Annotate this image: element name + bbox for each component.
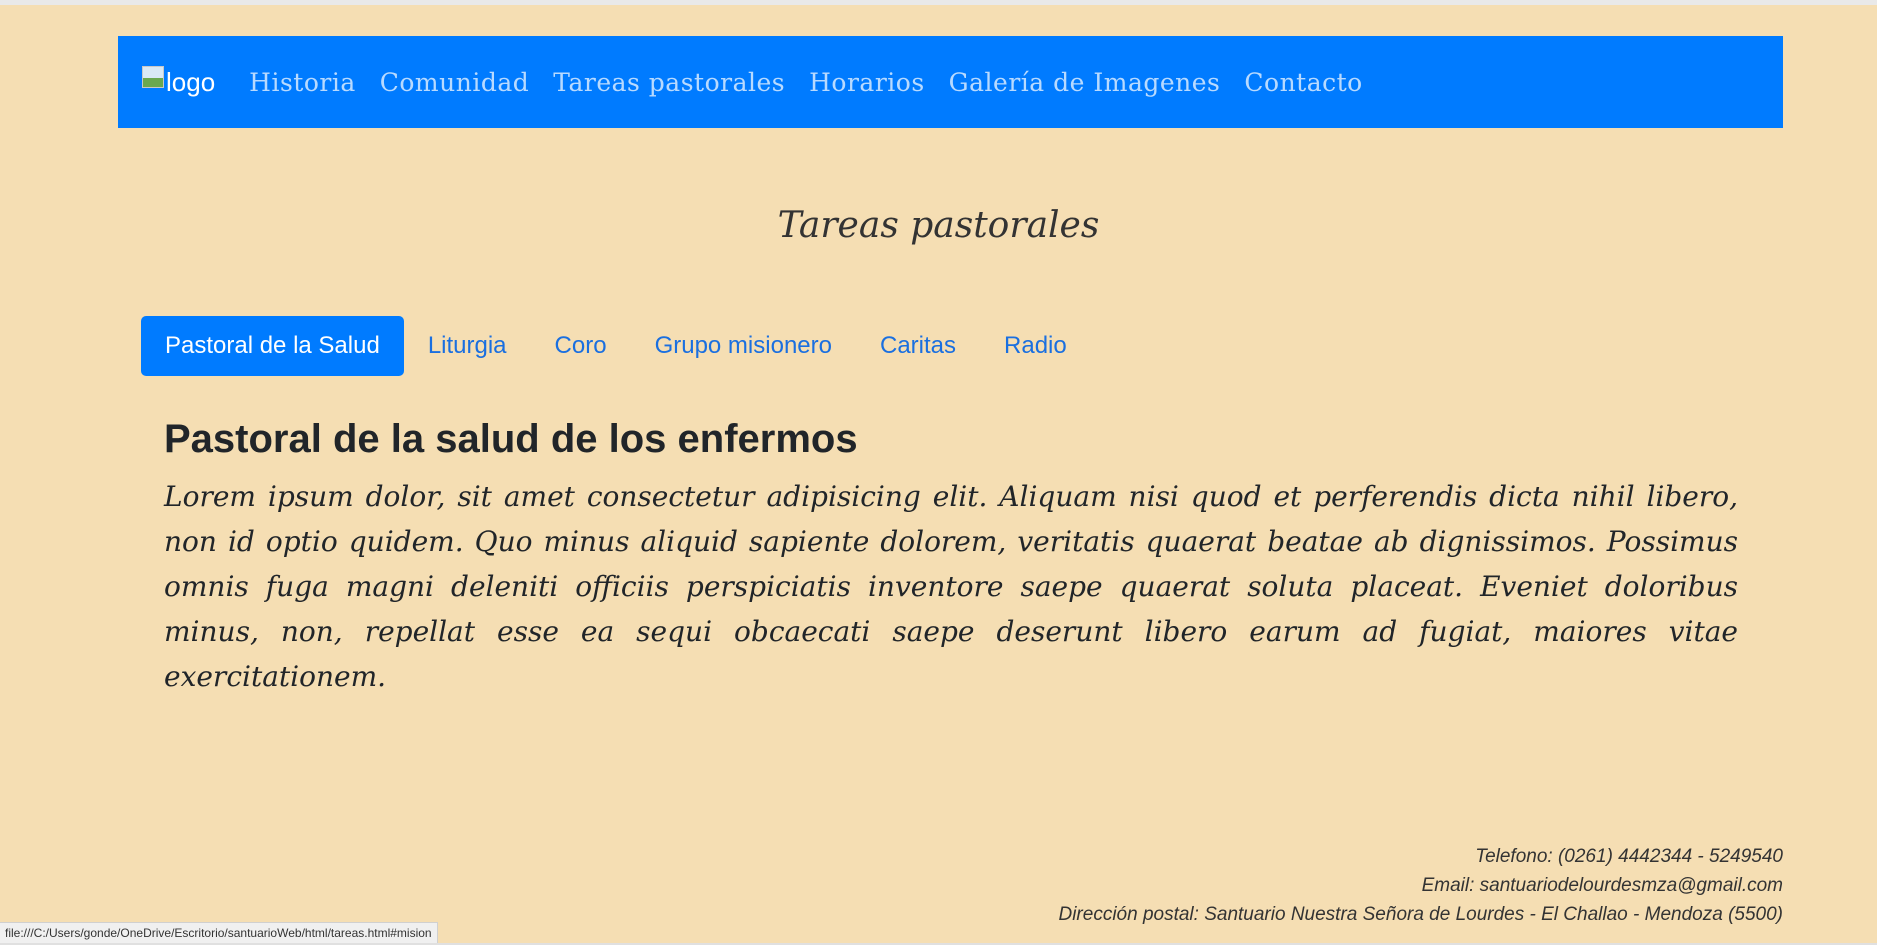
footer-address: Dirección postal: Santuario Nuestra Seño… bbox=[1058, 904, 1783, 925]
contact-footer: Telefono: (0261) 4442344 - 5249540 Email… bbox=[1058, 842, 1783, 929]
broken-image-icon bbox=[142, 66, 164, 88]
nav-link-comunidad[interactable]: Comunidad bbox=[368, 68, 542, 97]
main-navbar: logo Historia Comunidad Tareas pastorale… bbox=[118, 36, 1783, 128]
logo[interactable]: logo bbox=[142, 62, 215, 102]
footer-email: Email: santuariodelourdesmza@gmail.com bbox=[1421, 875, 1783, 896]
tab-pastoral-salud[interactable]: Pastoral de la Salud bbox=[141, 316, 404, 376]
nav-link-historia[interactable]: Historia bbox=[237, 68, 368, 97]
browser-top-edge bbox=[0, 0, 1877, 5]
page-title: Tareas pastorales bbox=[777, 205, 1100, 246]
tab-radio[interactable]: Radio bbox=[980, 316, 1091, 376]
footer-phone: Telefono: (0261) 4442344 - 5249540 bbox=[1475, 846, 1783, 867]
tab-caritas[interactable]: Caritas bbox=[856, 316, 980, 376]
tab-coro[interactable]: Coro bbox=[531, 316, 631, 376]
nav-link-horarios[interactable]: Horarios bbox=[797, 68, 937, 97]
tab-grupo-misionero[interactable]: Grupo misionero bbox=[631, 316, 856, 376]
pastoral-tabs: Pastoral de la Salud Liturgia Coro Grupo… bbox=[141, 316, 1091, 376]
content-heading: Pastoral de la salud de los enfermos bbox=[164, 417, 858, 461]
content-body: Lorem ipsum dolor, sit amet consectetur … bbox=[164, 480, 1738, 693]
status-bar-url: file:///C:/Users/gonde/OneDrive/Escritor… bbox=[0, 922, 438, 945]
nav-link-galeria[interactable]: Galería de Imagenes bbox=[937, 68, 1233, 97]
tab-content: Pastoral de la salud de los enfermos Lor… bbox=[164, 410, 1738, 699]
nav-link-contacto[interactable]: Contacto bbox=[1232, 68, 1374, 97]
logo-alt-text: logo bbox=[166, 66, 216, 97]
tab-liturgia[interactable]: Liturgia bbox=[404, 316, 531, 376]
nav-link-tareas-pastorales[interactable]: Tareas pastorales bbox=[541, 68, 797, 97]
